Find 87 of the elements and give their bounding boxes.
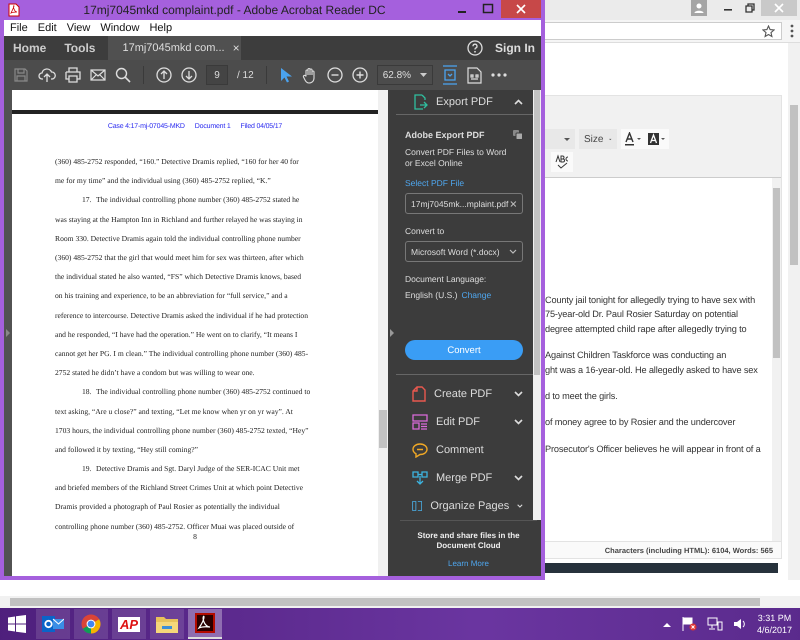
- zoom-out-icon[interactable]: [326, 67, 343, 83]
- zoom-dropdown[interactable]: 62.8%: [376, 65, 433, 85]
- taskbar-app[interactable]: [36, 609, 70, 639]
- arrow-up-circle-icon[interactable]: [156, 67, 172, 83]
- search-icon[interactable]: [115, 67, 131, 83]
- fit-page-icon[interactable]: [442, 65, 458, 85]
- tool-item[interactable]: Edit PDF: [396, 408, 533, 436]
- zoom-in-icon[interactable]: [352, 67, 368, 83]
- panel-heading: Adobe Export PDF: [405, 130, 485, 140]
- window-title: 17mj7045mkd complaint.pdf - Adobe Acrobat Reader DC: [82, 3, 387, 17]
- change-link[interactable]: Change: [461, 290, 492, 300]
- tool-item[interactable]: Merge PDF: [396, 464, 533, 492]
- file-field[interactable]: 17mj7045mk...mplaint.pdf: [405, 193, 523, 214]
- chevron-icon: [514, 99, 523, 105]
- horizontal-scrollbar[interactable]: [0, 596, 800, 608]
- document-tab[interactable]: 17mj7045mkd com... ×: [108, 36, 242, 60]
- help-icon[interactable]: [467, 40, 483, 56]
- spellcheck-icon[interactable]: [551, 152, 573, 172]
- language-label: Document Language:: [405, 274, 488, 284]
- network-icon[interactable]: [706, 617, 723, 631]
- close-tab-button[interactable]: ×: [232, 41, 240, 55]
- clock-date[interactable]: 4/6/2017: [756, 624, 792, 636]
- size-dropdown[interactable]: Size: [579, 129, 617, 149]
- text-color-icon[interactable]: [624, 132, 642, 146]
- article-text-line: degree attempted child rape after allegedly trying to: [545, 322, 748, 336]
- windows-start-icon[interactable]: [8, 615, 26, 633]
- page-total: / 12: [237, 70, 254, 80]
- select-file-link[interactable]: Select PDF File: [405, 178, 523, 188]
- arrow-down-circle-icon[interactable]: [181, 67, 197, 83]
- mail-app-icon: [42, 614, 64, 634]
- flag-icon[interactable]: [680, 617, 697, 631]
- tool-item[interactable]: Organize Pages: [396, 492, 533, 520]
- panel-scrollbar[interactable]: [533, 90, 541, 520]
- folder-icon: [156, 615, 178, 633]
- star-icon[interactable]: [762, 24, 775, 38]
- menu-item[interactable]: View: [66, 22, 90, 34]
- chevron-down-icon: [509, 249, 517, 254]
- pdf-app-icon: [195, 613, 215, 633]
- language-value: English (U.S.): [405, 290, 458, 300]
- editor-scrollbar[interactable]: [772, 178, 781, 541]
- format-dropdown[interactable]: Microsoft Word (*.docx): [405, 241, 523, 262]
- panel-description: Convert PDF Files to Word or Excel Online: [405, 147, 508, 169]
- article-text-line: ght was a 16-year-old. He allegedly asked to have sex: [545, 364, 759, 377]
- menu-item[interactable]: Edit: [38, 22, 57, 34]
- nav-tab[interactable]: Tools: [55, 36, 104, 60]
- article-text-line: Prosecutor's Officer believes he will appear in front of a: [545, 442, 762, 456]
- page-number-field[interactable]: 9: [206, 65, 228, 85]
- article-text-line: County jail tonight for allegedly trying to have sex with: [545, 294, 756, 307]
- caret-icon: [420, 73, 427, 77]
- expand-right-icon[interactable]: [390, 329, 394, 337]
- menu-item[interactable]: Window: [100, 22, 140, 34]
- volume-icon[interactable]: [732, 617, 747, 631]
- print-icon[interactable]: [65, 67, 81, 83]
- menu-item[interactable]: File: [10, 22, 28, 34]
- tray-expand-icon[interactable]: [662, 622, 671, 626]
- menu-icon[interactable]: [790, 24, 794, 38]
- tool-item[interactable]: Create PDF: [396, 380, 533, 408]
- taskbar-app[interactable]: [188, 609, 222, 639]
- article-text-line: 75-year-old Dr. Paul Rosier Saturday on potential: [545, 308, 739, 322]
- pdf-icon: [8, 3, 20, 17]
- caret-icon: [609, 138, 612, 140]
- document-scrollbar[interactable]: [378, 90, 388, 576]
- convert-to-label: Convert to: [405, 226, 446, 236]
- more-icon[interactable]: [490, 73, 507, 77]
- article-text-line: Against Children Taskforce was conducting an: [545, 349, 728, 362]
- caret-icon: [564, 138, 570, 140]
- article-text-line: of money agree to by Rosier and the undercover: [545, 416, 736, 430]
- cursor-icon[interactable]: [278, 66, 293, 84]
- page-scan-icon[interactable]: [466, 66, 482, 84]
- taskbar-app[interactable]: AP: [112, 609, 146, 639]
- page-scrollbar[interactable]: [788, 43, 800, 580]
- export-document-icon: [414, 94, 428, 110]
- mail-icon[interactable]: [90, 69, 106, 81]
- cloud-promo-text: Store and share files in the Document Cloud: [416, 531, 521, 551]
- clock-time[interactable]: 3:31 PM: [758, 612, 792, 624]
- browser-app-icon: [81, 614, 101, 634]
- sign-in-link[interactable]: Sign In: [495, 36, 541, 60]
- tool-item[interactable]: Comment: [396, 436, 533, 464]
- article-text-line: d to meet the girls.: [545, 390, 619, 404]
- upload-cloud-icon[interactable]: [38, 67, 56, 83]
- close-icon[interactable]: [501, 0, 541, 18]
- nav-tab[interactable]: Home: [4, 36, 56, 60]
- background-color-icon[interactable]: [648, 132, 666, 146]
- menu-item[interactable]: Help: [149, 22, 172, 34]
- learn-more-link[interactable]: Learn More: [448, 559, 489, 568]
- news-app-logo: AP: [118, 616, 140, 632]
- clear-icon[interactable]: [510, 200, 517, 208]
